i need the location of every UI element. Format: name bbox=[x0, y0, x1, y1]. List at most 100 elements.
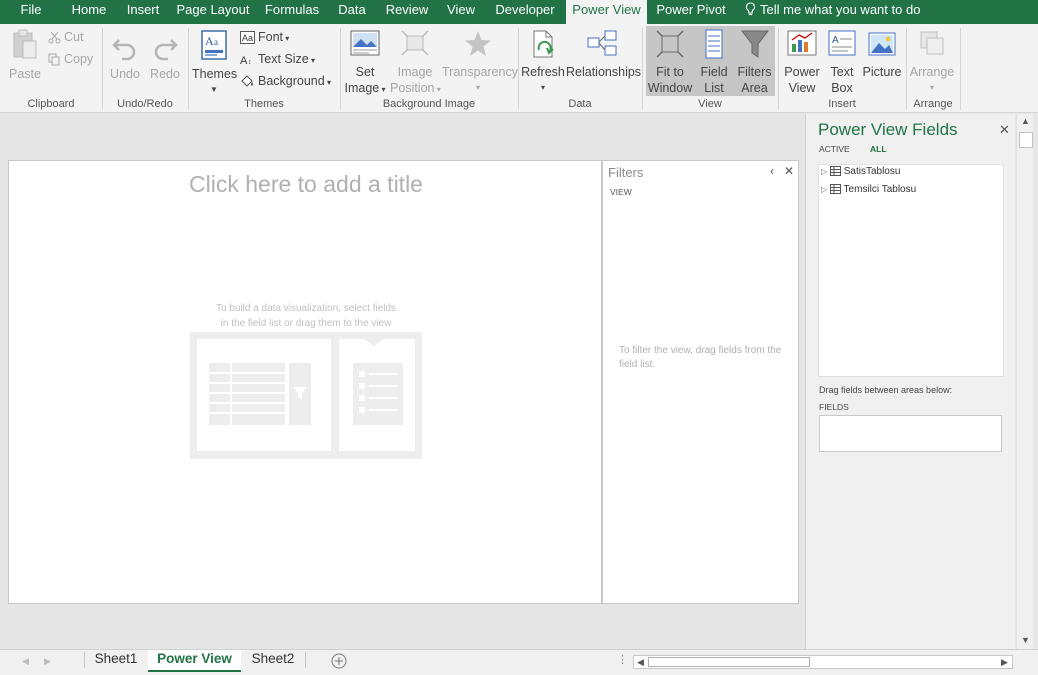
lightbulb-icon bbox=[745, 2, 756, 16]
tab-power-view[interactable]: Power View bbox=[566, 0, 647, 24]
tab-divider bbox=[305, 652, 306, 668]
sheet-tab-bar: ◀ ▶ Sheet1 Power View Sheet2 ⋮ ◀ ▶ bbox=[0, 649, 1038, 675]
sheet-tab-sheet2[interactable]: Sheet2 bbox=[243, 650, 303, 672]
tab-power-pivot[interactable]: Power Pivot bbox=[647, 0, 735, 24]
collapse-filters-icon[interactable]: ‹ bbox=[770, 164, 774, 178]
field-list-icon bbox=[705, 29, 723, 59]
redo-icon bbox=[154, 39, 178, 61]
set-image-button[interactable]: Set Image ▾ bbox=[342, 28, 388, 96]
field-list-label-2: List bbox=[704, 81, 724, 95]
redo-button[interactable]: Redo bbox=[146, 28, 184, 81]
tab-active[interactable]: ACTIVE bbox=[819, 144, 850, 154]
redo-label: Redo bbox=[150, 67, 180, 81]
scroll-left-icon[interactable]: ◀ bbox=[637, 657, 644, 668]
fields-drop-zone[interactable] bbox=[819, 415, 1002, 452]
text-size-button[interactable]: A ↕ Text Size ▾ bbox=[240, 49, 315, 69]
star-icon bbox=[465, 31, 491, 56]
tab-page-layout[interactable]: Page Layout bbox=[170, 0, 256, 24]
scroll-right-icon[interactable]: ▶ bbox=[1001, 657, 1008, 668]
picture-label: Picture bbox=[862, 65, 902, 79]
arrange-button[interactable]: Arrange ▾ bbox=[908, 28, 956, 96]
themes-button[interactable]: Aa Themes ▼ bbox=[192, 28, 237, 94]
scroll-down-icon[interactable]: ▼ bbox=[1021, 635, 1030, 645]
scroll-up-icon[interactable]: ▲ bbox=[1021, 116, 1030, 126]
tab-review[interactable]: Review bbox=[376, 0, 438, 24]
filters-area-button[interactable]: Filters Area bbox=[734, 26, 775, 96]
tab-formulas[interactable]: Formulas bbox=[256, 0, 328, 24]
filters-area-label-1: Filters bbox=[737, 65, 772, 79]
picture-button[interactable]: Picture bbox=[862, 28, 902, 80]
vertical-scroll-thumb[interactable] bbox=[1019, 132, 1033, 148]
vertical-scrollbar[interactable]: ▲ ▼ bbox=[1016, 114, 1033, 649]
canvas-hint-line-2: in the field list or drag them to the vi… bbox=[220, 318, 392, 329]
image-position-button[interactable]: Image Position ▾ bbox=[390, 28, 441, 96]
horizontal-scrollbar[interactable]: ◀ ▶ bbox=[633, 655, 1013, 669]
tab-developer[interactable]: Developer bbox=[484, 0, 566, 24]
tab-file[interactable]: File bbox=[0, 0, 62, 24]
text-box-label-1: Text bbox=[830, 65, 854, 79]
image-icon bbox=[350, 30, 380, 56]
paste-button[interactable]: Paste bbox=[4, 28, 46, 81]
scroll-left-icon[interactable]: ◀ bbox=[22, 656, 29, 667]
tab-home[interactable]: Home bbox=[62, 0, 116, 24]
sheet-tab-sheet1[interactable]: Sheet1 bbox=[86, 650, 146, 672]
paste-icon bbox=[13, 29, 37, 59]
close-icon[interactable]: ✕ bbox=[784, 164, 794, 178]
font-button[interactable]: Aa Font ▾ bbox=[240, 27, 289, 47]
field-list-button[interactable]: Field List bbox=[694, 26, 734, 96]
pane-title: Power View Fields bbox=[818, 120, 958, 139]
tab-insert[interactable]: Insert bbox=[116, 0, 170, 24]
field-list: ▷ SatisTablosu ▷ Temsilci Tablosu bbox=[818, 164, 1004, 377]
transparency-button[interactable]: Transparency ▾ bbox=[442, 28, 518, 96]
chevron-down-icon: ▼ bbox=[210, 85, 218, 94]
tab-view[interactable]: View bbox=[438, 0, 484, 24]
copy-label: Copy bbox=[64, 52, 94, 66]
chevron-down-icon: ▾ bbox=[540, 83, 545, 92]
table-item-satistablosu[interactable]: ▷ SatisTablosu bbox=[821, 166, 900, 177]
fit-to-window-button[interactable]: Fit to Window bbox=[646, 26, 694, 96]
text-size-label: Text Size bbox=[258, 52, 309, 66]
relationships-icon bbox=[587, 30, 617, 56]
tab-all[interactable]: ALL bbox=[870, 144, 887, 154]
power-view-canvas[interactable]: Click here to add a title To build a dat… bbox=[8, 160, 602, 604]
chevron-down-icon: ▾ bbox=[475, 83, 480, 92]
tab-data[interactable]: Data bbox=[328, 0, 376, 24]
clipboard-group-label: Clipboard bbox=[27, 98, 75, 110]
add-sheet-icon[interactable] bbox=[331, 653, 347, 669]
refresh-button[interactable]: Refresh ▾ bbox=[521, 28, 565, 96]
scroll-right-icon[interactable]: ▶ bbox=[44, 656, 51, 667]
undo-button[interactable]: Undo bbox=[106, 28, 144, 81]
image-position-label-1: Image bbox=[397, 65, 433, 79]
relationships-label: Relationships bbox=[566, 65, 642, 79]
filters-area[interactable]: Filters ‹ ✕ VIEW To filter the view, dra… bbox=[602, 160, 799, 604]
canvas-hint-line-1: To build a data visualization, select fi… bbox=[215, 303, 397, 314]
fit-to-window-label-2: Window bbox=[647, 81, 693, 95]
copy-button[interactable]: Copy bbox=[48, 49, 93, 69]
background-button[interactable]: Background ▾ bbox=[240, 71, 331, 91]
table-name: SatisTablosu bbox=[843, 166, 901, 177]
power-view-button[interactable]: Power View bbox=[782, 28, 822, 96]
tell-me-box[interactable]: Tell me what you want to do bbox=[745, 0, 920, 24]
svg-text:A: A bbox=[832, 35, 839, 46]
tell-me-text: Tell me what you want to do bbox=[760, 2, 921, 17]
sheet-tab-power-view[interactable]: Power View bbox=[148, 650, 241, 672]
table-item-temsilci-tablosu[interactable]: ▷ Temsilci Tablosu bbox=[821, 184, 916, 195]
themes-icon: Aa bbox=[201, 30, 227, 60]
filters-view-tab[interactable]: VIEW bbox=[610, 187, 632, 197]
horizontal-scroll-thumb[interactable] bbox=[648, 657, 810, 667]
svg-text:Aa: Aa bbox=[242, 33, 253, 43]
relationships-button[interactable]: Relationships bbox=[566, 28, 642, 80]
split-handle-icon[interactable]: ⋮ bbox=[617, 653, 628, 666]
set-image-label-1: Set bbox=[355, 65, 375, 79]
close-icon[interactable]: ✕ bbox=[999, 122, 1010, 138]
view-group-label: View bbox=[698, 98, 722, 110]
undo-redo-group-label: Undo/Redo bbox=[117, 98, 173, 110]
title-placeholder[interactable]: Click here to add a title bbox=[9, 171, 603, 198]
cut-button[interactable]: Cut bbox=[48, 27, 83, 47]
expand-icon[interactable]: ▷ bbox=[821, 167, 827, 176]
table-icon bbox=[829, 166, 841, 177]
font-label: Font bbox=[258, 30, 284, 44]
text-box-button[interactable]: A Text Box bbox=[823, 28, 861, 96]
expand-icon[interactable]: ▷ bbox=[821, 185, 827, 194]
cut-label: Cut bbox=[64, 30, 84, 44]
